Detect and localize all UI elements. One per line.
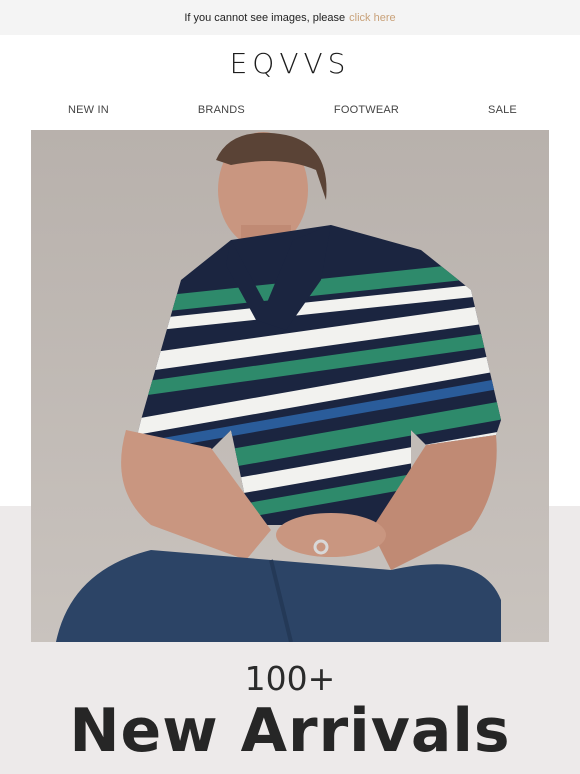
brand-logo[interactable]: EQVVS bbox=[230, 47, 351, 80]
hero-section: 100+ New Arrivals bbox=[0, 128, 580, 774]
header: EQVVS bbox=[0, 35, 580, 92]
preheader-text: If you cannot see images, please bbox=[184, 11, 346, 24]
arrivals-count: 100+ bbox=[244, 659, 336, 698]
click-here-link[interactable]: click here bbox=[349, 12, 395, 24]
nav-item-footwear[interactable]: FOOTWEAR bbox=[334, 104, 399, 116]
nav-item-new-in[interactable]: NEW IN bbox=[68, 104, 109, 116]
nav-item-brands[interactable]: BRANDS bbox=[198, 104, 245, 116]
nav-item-sale[interactable]: SALE bbox=[488, 104, 517, 116]
hero-image[interactable] bbox=[31, 130, 549, 642]
main-nav: NEW IN BRANDS FOOTWEAR SALE bbox=[0, 92, 580, 128]
headline: 100+ New Arrivals bbox=[0, 644, 580, 766]
headline-title: New Arrivals bbox=[69, 696, 511, 766]
preheader-bar: If you cannot see images, please click h… bbox=[0, 0, 580, 35]
model-in-striped-polo-photo bbox=[31, 130, 549, 642]
